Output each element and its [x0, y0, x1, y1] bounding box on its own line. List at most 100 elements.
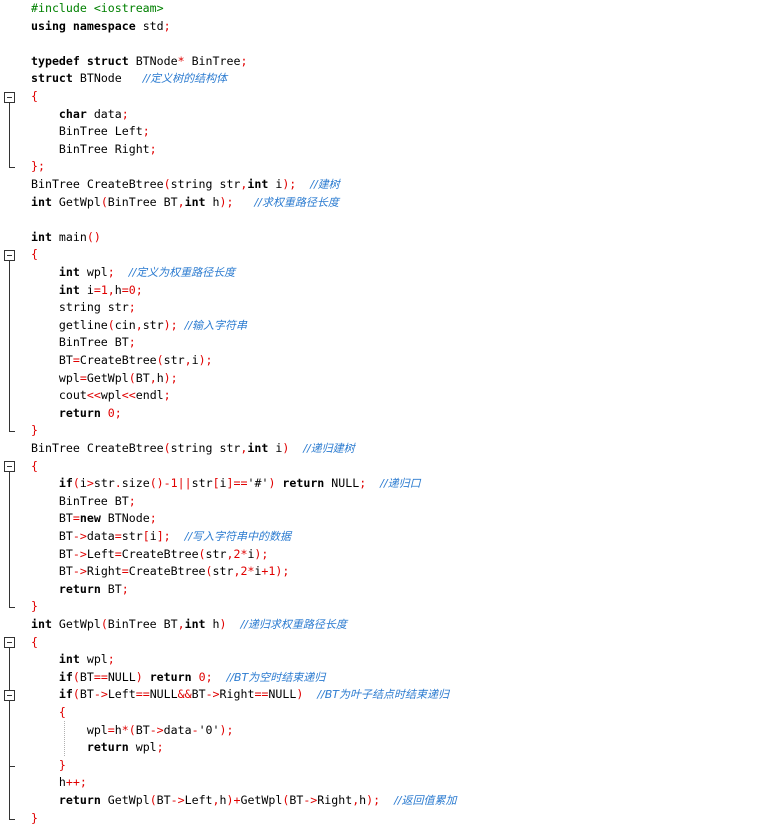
code-line: { [31, 704, 66, 722]
code-area[interactable]: #include <iostream> using namespace std; t… [31, 0, 781, 825]
code-token: }; [31, 159, 45, 174]
code-token: std [142, 18, 164, 33]
code-token: > [86, 476, 94, 491]
code-token: BinTree Right [31, 141, 150, 156]
code-token: data [163, 722, 192, 737]
code-token: -> [72, 529, 87, 543]
code-token: NULL [268, 687, 297, 702]
code-token: , [177, 194, 185, 209]
code-token: size [121, 476, 150, 491]
code-token: ) [296, 687, 318, 702]
code-token: h [156, 370, 164, 385]
code-token: int [247, 441, 276, 455]
code-token: int [58, 652, 87, 667]
code-token: return [58, 793, 108, 807]
code-token: ()- [149, 476, 171, 491]
code-token: && [177, 687, 192, 702]
code-line: int main() [31, 229, 101, 247]
code-token: '#' [247, 476, 269, 491]
code-line: h++; [31, 774, 87, 792]
code-token: BT [289, 793, 304, 807]
code-line: BinTree CreateBtree(string str,int i) //… [31, 440, 355, 458]
code-token: Right [219, 687, 255, 702]
code-token: GetWpl [107, 793, 150, 807]
code-line: wpl=GetWpl(BT,h); [31, 370, 178, 388]
code-token: ; [107, 652, 115, 667]
fold-toggle-icon[interactable] [4, 249, 15, 261]
code-line: { [31, 634, 38, 652]
code-token: , [184, 353, 192, 367]
code-token: = [121, 564, 129, 579]
code-token: return [58, 581, 108, 596]
code-token: return [86, 740, 136, 755]
code-token: 0 [198, 669, 206, 684]
code-token: h [219, 793, 227, 807]
code-token: i [191, 353, 199, 367]
fold-toggle-icon[interactable] [4, 637, 15, 649]
code-token: BT [135, 370, 150, 385]
code-token: == [93, 669, 108, 684]
code-token: } [31, 423, 38, 438]
code-token: ) [219, 617, 241, 631]
code-token: main [58, 229, 87, 244]
code-token: ( [163, 177, 171, 191]
code-line: if(i>str.size()-1||str[i]=='#') return N… [31, 475, 421, 493]
code-token: } [31, 599, 38, 614]
code-token: BT [135, 722, 150, 737]
code-line: }; [31, 158, 45, 176]
code-token: GetWpl [86, 370, 129, 385]
code-line: } [31, 598, 38, 616]
code-token: NULL [331, 476, 360, 491]
code-token: BT [31, 353, 73, 367]
code-token: GetWpl [58, 617, 101, 631]
code-token: wpl [31, 722, 108, 737]
code-token: BTNode [107, 511, 150, 526]
code-token: NULL [107, 669, 136, 684]
code-token: ( [156, 353, 164, 367]
code-token: cin [114, 317, 136, 332]
code-token: i [149, 529, 157, 543]
code-token: ; [128, 493, 136, 508]
code-token: 0 [128, 282, 136, 297]
code-token: , [149, 370, 157, 385]
code-editor[interactable]: #include <iostream> using namespace std; t… [0, 0, 784, 825]
code-token: BinTree BT [107, 194, 178, 209]
code-comment: //求权重路径长度 [254, 195, 339, 209]
code-comment: //输入字符串 [184, 318, 248, 332]
code-token: ; [107, 265, 129, 279]
code-line: { [31, 246, 38, 264]
code-token: GetWpl [240, 793, 283, 807]
code-token: data [93, 106, 122, 121]
code-token: ( [72, 687, 80, 702]
code-token: ; [142, 124, 150, 139]
code-line: } [31, 810, 38, 827]
code-token: ; [114, 405, 122, 420]
code-line: int wpl; [31, 651, 115, 669]
code-token: ( [107, 317, 115, 332]
code-token: ); [163, 317, 178, 332]
code-line: int wpl; //定义为权重路径长度 [31, 264, 235, 282]
code-token: = [79, 370, 87, 385]
fold-toggle-icon[interactable] [4, 91, 15, 103]
code-token: << [86, 388, 101, 403]
code-line: using namespace std; [31, 18, 171, 36]
fold-toggle-icon[interactable] [4, 461, 15, 473]
code-token: 1 [100, 282, 108, 297]
code-line: BinTree CreateBtree(string str,int i); /… [31, 176, 340, 194]
code-token: BT [31, 529, 73, 543]
code-token: ; [128, 335, 136, 350]
code-token: return [58, 405, 108, 420]
code-token: = [114, 529, 122, 543]
fold-range-line [9, 700, 10, 766]
code-token: -> [170, 793, 185, 807]
code-comment: //定义为权重路径长度 [128, 266, 236, 279]
code-token: *( [121, 722, 136, 737]
code-token: BT [31, 546, 73, 561]
fold-toggle-icon[interactable] [4, 689, 15, 701]
fold-end-marker [9, 765, 15, 767]
code-line: struct BTNode //定义树的结构体 [31, 70, 227, 88]
